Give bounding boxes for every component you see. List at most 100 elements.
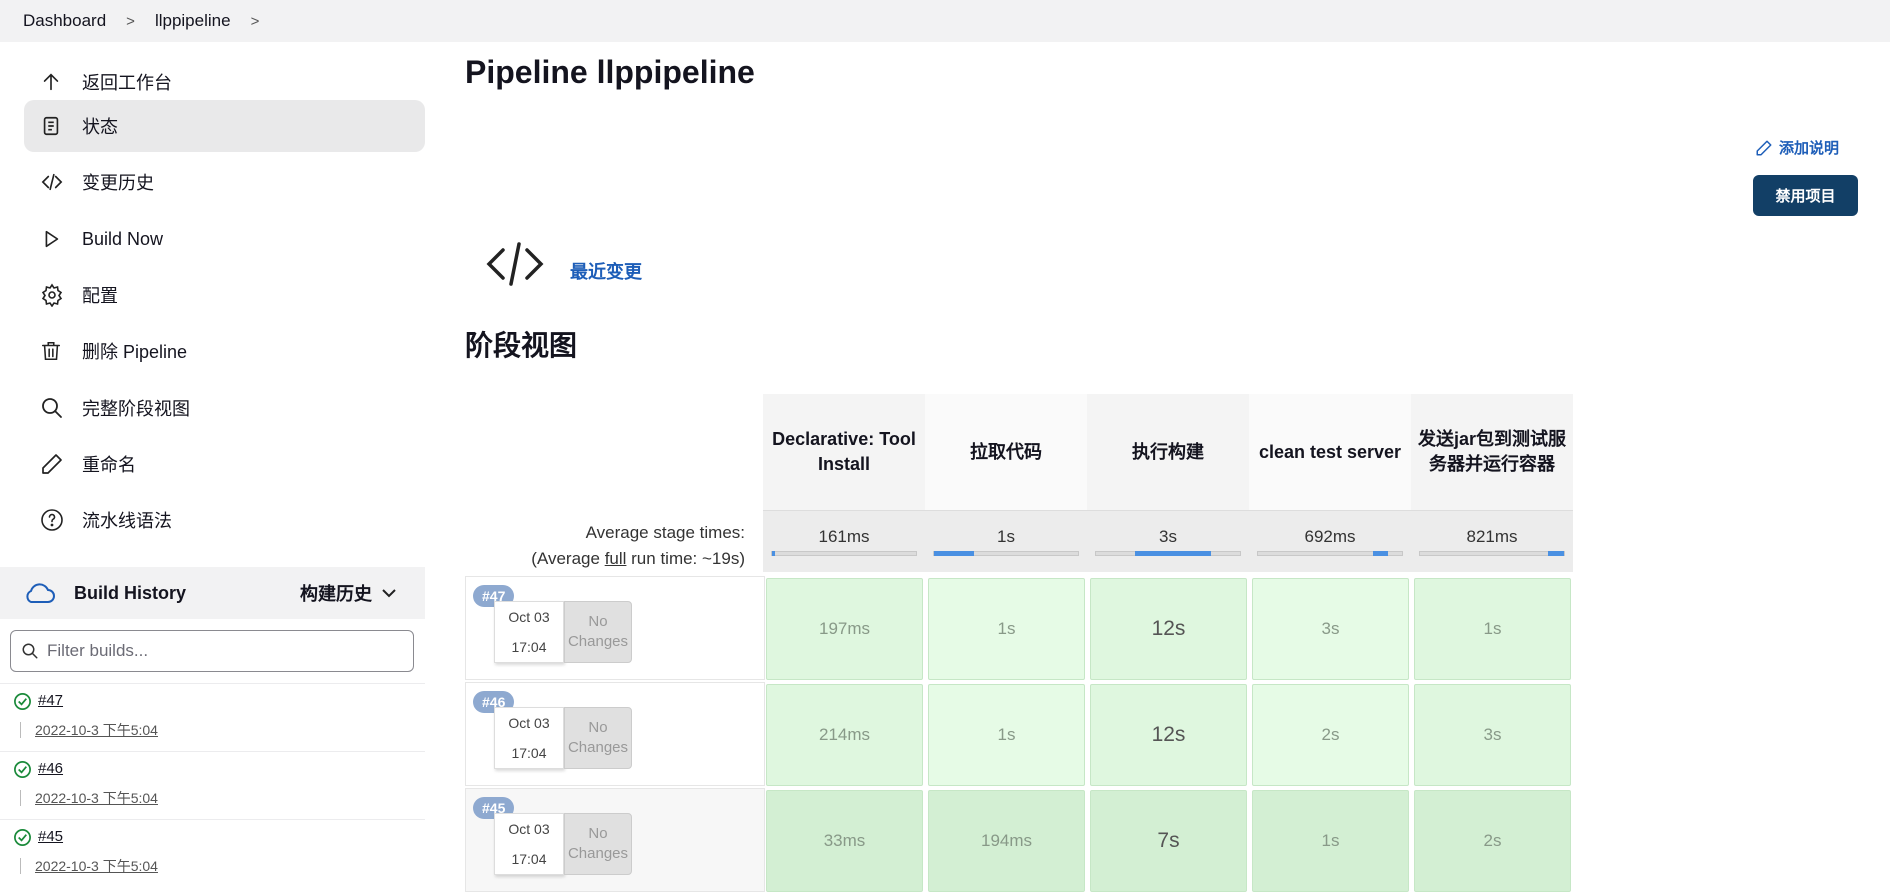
run-row[interactable]: #47 Oct 03 17:04 No Changes bbox=[465, 576, 765, 680]
disable-project-button[interactable]: 禁用项目 bbox=[1753, 175, 1858, 216]
build-history-trend-dropdown[interactable]: 构建历史 bbox=[300, 580, 396, 606]
stage-view-title: 阶段视图 bbox=[465, 330, 578, 361]
average-stage-times-label: Average stage times: (Average full run t… bbox=[465, 520, 745, 572]
stage-cell[interactable]: 2s bbox=[1252, 684, 1409, 786]
avg-label-line2: (Average full run time: ~19s) bbox=[465, 546, 745, 572]
run-time: 17:04 bbox=[511, 639, 547, 655]
task-status[interactable]: 状态 bbox=[24, 100, 425, 152]
run-date: Oct 03 17:04 bbox=[494, 813, 564, 875]
recent-changes-link[interactable]: 最近变更 bbox=[570, 258, 642, 284]
stage-cell[interactable]: 1s bbox=[928, 684, 1085, 786]
filter-builds-input[interactable]: Filter builds... bbox=[10, 630, 414, 672]
build-history-row[interactable]: #47 2022-10-3 下午5:04 bbox=[0, 683, 425, 751]
build-date-link[interactable]: 2022-10-3 下午5:04 bbox=[35, 720, 158, 740]
success-check-icon bbox=[14, 829, 31, 846]
timeline-line bbox=[20, 722, 21, 738]
success-check-icon bbox=[14, 693, 31, 710]
task-label: 返回工作台 bbox=[82, 73, 172, 93]
stage-cell[interactable]: 33ms bbox=[766, 790, 923, 892]
pencil-icon bbox=[24, 452, 64, 476]
task-rename[interactable]: 重命名 bbox=[24, 438, 425, 490]
task-label: 流水线语法 bbox=[82, 511, 172, 531]
build-number-link[interactable]: #47 bbox=[38, 692, 63, 709]
avg-time: 161ms bbox=[818, 527, 870, 546]
breadcrumb: Dashboard > llppipeline > bbox=[0, 0, 1890, 42]
timeline-line bbox=[20, 858, 21, 874]
stage-header: 发送jar包到测试服务器并运行容器 bbox=[1411, 394, 1573, 510]
run-row[interactable]: #45 Oct 03 17:04 No Changes bbox=[465, 788, 765, 892]
add-description-link[interactable]: 添加说明 bbox=[1755, 137, 1839, 158]
stage-cell[interactable]: 3s bbox=[1414, 684, 1571, 786]
stage-header: 执行构建 bbox=[1087, 394, 1249, 510]
gear-icon bbox=[24, 283, 64, 307]
task-label: 配置 bbox=[82, 286, 118, 306]
avg-time: 3s bbox=[1159, 527, 1177, 546]
avg-time: 692ms bbox=[1304, 527, 1356, 546]
avg-stage-time: 3s bbox=[1087, 510, 1249, 572]
avg-time: 821ms bbox=[1466, 527, 1518, 546]
chevron-right-icon[interactable]: > bbox=[251, 13, 260, 30]
avg-progress-fill bbox=[1373, 551, 1388, 556]
avg-progress-fill bbox=[934, 551, 975, 556]
stage-cell[interactable]: 197ms bbox=[766, 578, 923, 680]
run-changes[interactable]: No Changes bbox=[564, 813, 632, 875]
full-run-link[interactable]: full bbox=[605, 549, 627, 568]
build-history-row[interactable]: #45 2022-10-3 下午5:04 bbox=[0, 819, 425, 887]
build-number-link[interactable]: #46 bbox=[38, 760, 63, 777]
filter-placeholder: Filter builds... bbox=[47, 641, 149, 660]
stage-cell[interactable]: 12s bbox=[1090, 684, 1247, 786]
run-time: 17:04 bbox=[511, 851, 547, 867]
page-title: Pipeline llppipeline bbox=[465, 54, 755, 90]
stage-cell[interactable]: 3s bbox=[1252, 578, 1409, 680]
breadcrumb-pipeline[interactable]: llppipeline bbox=[155, 11, 231, 31]
stage-cell[interactable]: 12s bbox=[1090, 578, 1247, 680]
stage-cell[interactable]: 194ms bbox=[928, 790, 1085, 892]
stage-cell[interactable]: 1s bbox=[928, 578, 1085, 680]
task-label: 完整阶段视图 bbox=[82, 399, 190, 419]
run-date: Oct 03 17:04 bbox=[494, 707, 564, 769]
task-configure[interactable]: 配置 bbox=[24, 269, 425, 321]
avg-progress-track bbox=[771, 551, 917, 556]
avg-stage-time: 1s bbox=[925, 510, 1087, 572]
run-day: Oct 03 bbox=[508, 609, 550, 625]
task-build-now[interactable]: Build Now bbox=[24, 213, 425, 265]
avg-time: 1s bbox=[997, 527, 1015, 546]
run-changes[interactable]: No Changes bbox=[564, 601, 632, 663]
task-delete-pipeline[interactable]: 删除 Pipeline bbox=[24, 325, 425, 377]
run-row[interactable]: #46 Oct 03 17:04 No Changes bbox=[465, 682, 765, 786]
sidebar: 返回工作台 状态 变更历史 Build Now 配置 删除 Pipeline 完… bbox=[0, 42, 425, 890]
run-changes[interactable]: No Changes bbox=[564, 707, 632, 769]
avg-label-line1: Average stage times: bbox=[585, 523, 745, 542]
task-change-history[interactable]: 变更历史 bbox=[24, 156, 425, 208]
play-icon bbox=[24, 228, 64, 250]
run-day: Oct 03 bbox=[508, 821, 550, 837]
arrow-up-icon bbox=[24, 71, 64, 93]
avg-text: run time: ~19s) bbox=[626, 549, 745, 568]
task-pipeline-syntax[interactable]: 流水线语法 bbox=[24, 494, 425, 546]
build-date-link[interactable]: 2022-10-3 下午5:04 bbox=[35, 856, 158, 876]
search-icon bbox=[24, 396, 64, 420]
stage-cell[interactable]: 1s bbox=[1252, 790, 1409, 892]
chevron-right-icon: > bbox=[126, 12, 135, 30]
stage-cell[interactable]: 1s bbox=[1414, 578, 1571, 680]
stage-header: Declarative: Tool Install bbox=[763, 394, 925, 510]
task-label: Build Now bbox=[82, 228, 164, 249]
pencil-icon bbox=[1756, 140, 1772, 155]
stage-cell[interactable]: 2s bbox=[1414, 790, 1571, 892]
task-label: 重命名 bbox=[82, 455, 136, 475]
add-description-label: 添加说明 bbox=[1779, 140, 1840, 157]
run-time: 17:04 bbox=[511, 745, 547, 761]
task-full-stage-view[interactable]: 完整阶段视图 bbox=[24, 382, 425, 434]
document-icon bbox=[24, 115, 64, 137]
trash-icon bbox=[24, 339, 64, 363]
build-date-link[interactable]: 2022-10-3 下午5:04 bbox=[35, 788, 158, 808]
build-history-row[interactable]: #46 2022-10-3 下午5:04 bbox=[0, 751, 425, 819]
stage-cell[interactable]: 7s bbox=[1090, 790, 1247, 892]
stage-cell[interactable]: 214ms bbox=[766, 684, 923, 786]
avg-text: (Average bbox=[531, 549, 605, 568]
avg-progress-fill bbox=[1134, 551, 1212, 556]
code-icon bbox=[485, 240, 545, 293]
build-number-link[interactable]: #45 bbox=[38, 828, 63, 845]
success-check-icon bbox=[14, 761, 31, 778]
breadcrumb-dashboard[interactable]: Dashboard bbox=[23, 11, 106, 31]
